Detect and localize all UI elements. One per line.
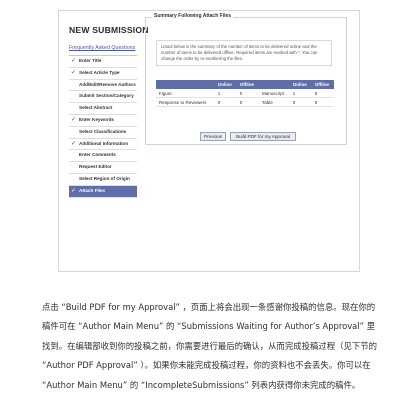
summary-table: Online Offline Online Offline Figure 1 0 Manus… xyxy=(156,80,334,107)
sidebar-step[interactable]: ✓ Select Article Type xyxy=(69,68,137,80)
column-header xyxy=(156,80,215,89)
table-body: Figure 1 0 Manuscript 1 0 Response to Reviewer… xyxy=(156,89,334,107)
sidebar-step[interactable]: Submit Section/Category xyxy=(69,91,137,104)
sidebar-step[interactable]: Select Classifications xyxy=(69,127,137,139)
column-header: Offline xyxy=(236,80,259,89)
faq-link[interactable]: Frequently Asked Questions xyxy=(69,45,137,51)
sidebar-step[interactable]: ✓ Enter Keywords xyxy=(69,115,137,127)
sidebar-step[interactable]: Request Editor xyxy=(69,162,137,174)
previous-button[interactable]: Previous xyxy=(200,132,226,141)
summary-panel: Summary Following Attach Files Listed be… xyxy=(145,13,347,145)
submission-sidebar: NEW SUBMISSION Frequently Asked Question… xyxy=(69,25,149,198)
sidebar-step[interactable]: Add/Edit/Remove Authors xyxy=(69,80,137,92)
step-label: Attach Files xyxy=(79,187,106,193)
table-cell: Response to Reviewers xyxy=(156,97,215,107)
table-cell: 0 xyxy=(214,97,237,107)
table-row: Figure 1 0 Manuscript 1 0 xyxy=(156,89,334,98)
sidebar-step[interactable]: ✓ Enter Title xyxy=(69,56,137,68)
table-cell: Manuscript xyxy=(258,89,290,98)
step-label: Select Article Type xyxy=(79,69,120,75)
table-header-row: Online Offline Online Offline xyxy=(156,80,334,89)
step-label: Select Classifications xyxy=(79,128,127,134)
column-header: Online xyxy=(289,80,312,89)
table-cell: 0 xyxy=(311,97,334,107)
summary-note: Listed below is the summary of the numbe… xyxy=(156,40,332,66)
sidebar-step[interactable]: ✓ Attach Files xyxy=(69,185,137,198)
checkmark-icon: ✓ xyxy=(71,58,77,64)
table-cell: 0 xyxy=(236,89,259,98)
table-cell: Table xyxy=(258,97,290,107)
sidebar-step[interactable]: ✓ Additional Information xyxy=(69,139,137,151)
step-label: Select Region of Origin xyxy=(79,175,130,181)
sidebar-title: NEW SUBMISSION xyxy=(69,25,149,35)
checkmark-icon: ✓ xyxy=(71,140,77,147)
step-label: Add/Edit/Remove Authors xyxy=(79,81,136,87)
step-label: Enter Comments xyxy=(79,152,116,158)
column-header: Online xyxy=(214,80,237,89)
table-row: Response to Reviewers 0 0 Table 0 0 xyxy=(156,97,334,107)
panel-title: Summary Following Attach Files xyxy=(152,13,234,19)
step-label: Select Abstract xyxy=(79,105,113,111)
step-label: Request Editor xyxy=(79,164,112,170)
column-header: Offline xyxy=(311,80,334,89)
sidebar-step[interactable]: Select Region of Origin xyxy=(69,174,137,186)
step-label: Submit Section/Category xyxy=(79,93,134,99)
checkmark-icon: ✓ xyxy=(71,116,77,123)
column-header xyxy=(258,80,290,89)
sidebar-step[interactable]: Select Abstract xyxy=(69,103,137,115)
step-label: Enter Title xyxy=(79,58,102,63)
table-cell: 0 xyxy=(311,89,334,98)
step-list: ✓ Enter Title ✓ Select Article Type Add/Edit… xyxy=(69,55,137,198)
sidebar-step[interactable]: Enter Comments xyxy=(69,150,137,163)
table-cell: 0 xyxy=(236,97,259,107)
checkmark-icon: ✓ xyxy=(71,187,77,194)
table-cell: 1 xyxy=(289,89,312,98)
table-cell: 1 xyxy=(214,89,237,98)
instruction-paragraph: 点击 “Build PDF for my Approval” ，页面上将会出现一… xyxy=(42,302,377,390)
table-cell: 0 xyxy=(289,97,312,107)
step-label: Additional Information xyxy=(79,140,128,146)
screenshot-frame: NEW SUBMISSION Frequently Asked Question… xyxy=(58,10,360,272)
build-pdf-button[interactable]: Build PDF for my Approval xyxy=(230,132,296,141)
table-cell: Figure xyxy=(156,89,215,98)
checkmark-icon: ✓ xyxy=(71,69,77,76)
step-label: Enter Keywords xyxy=(79,116,114,122)
